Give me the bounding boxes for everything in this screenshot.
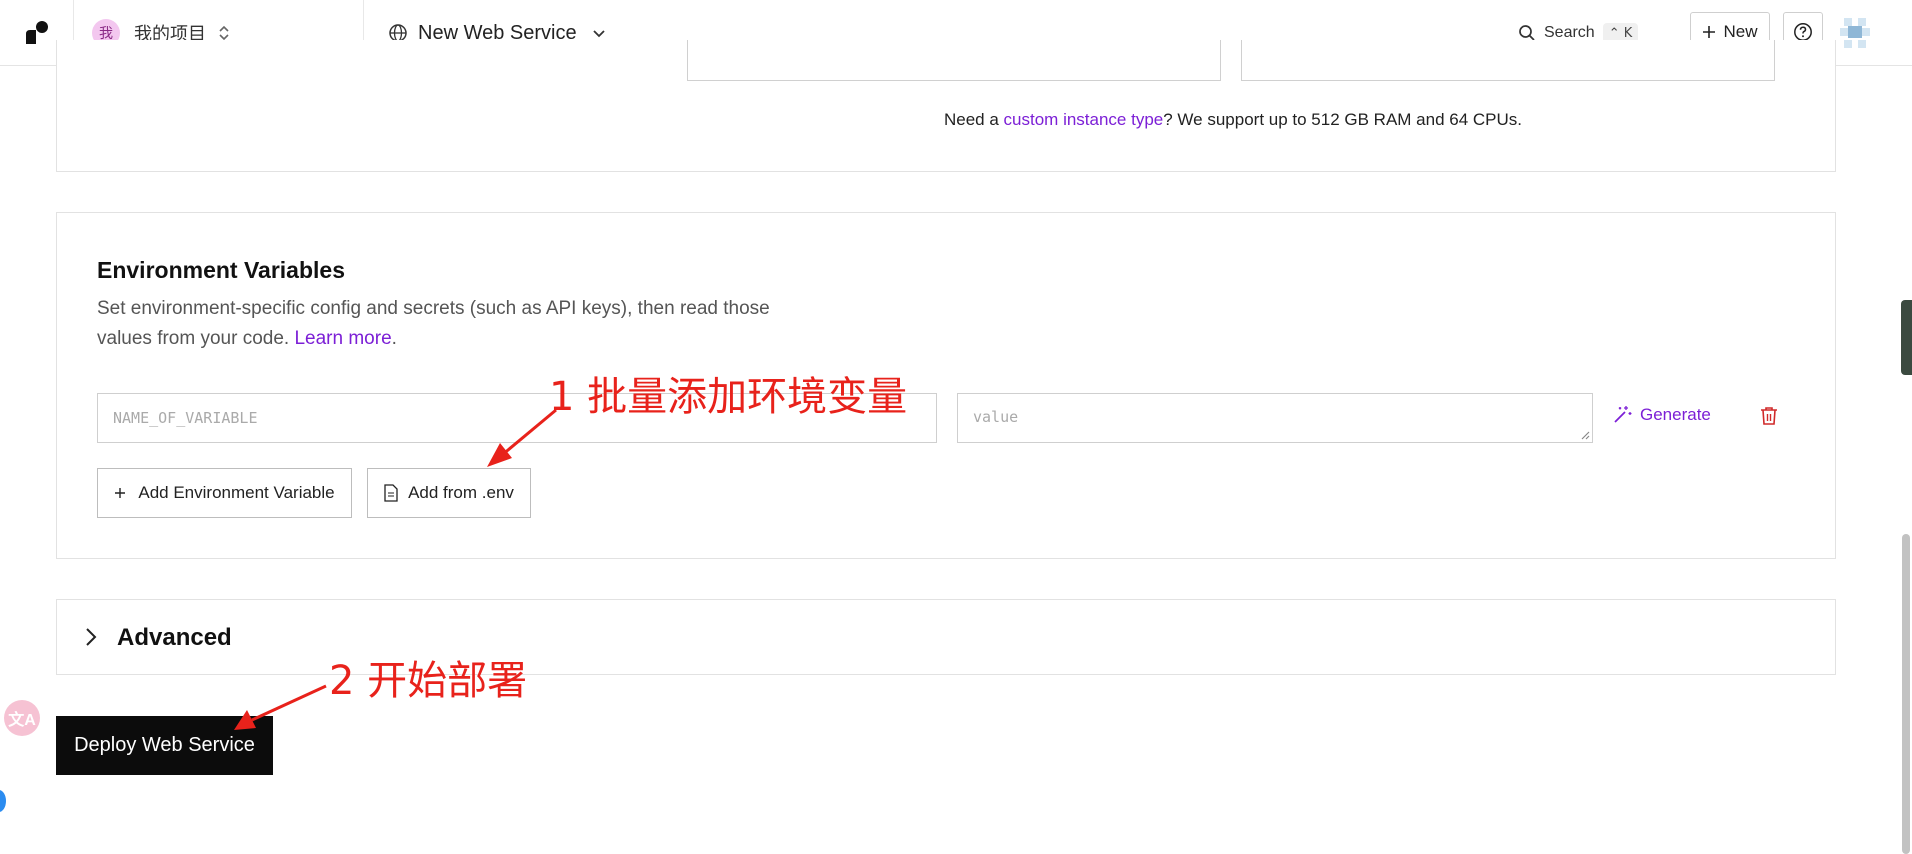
- user-avatar[interactable]: [1838, 16, 1872, 50]
- magic-wand-icon: [1614, 406, 1632, 423]
- deploy-label: Deploy Web Service: [74, 734, 255, 756]
- env-section-title: Environment Variables: [97, 257, 345, 283]
- advanced-title[interactable]: Advanced: [117, 624, 232, 652]
- env-value-placeholder: value: [973, 408, 1019, 426]
- learn-more-link[interactable]: Learn more: [294, 328, 391, 349]
- deploy-web-service-button[interactable]: Deploy Web Service: [56, 716, 273, 775]
- env-description-text: Set environment-specific config and secr…: [97, 298, 770, 349]
- new-button-label: New: [1723, 22, 1758, 41]
- annotation-step-1: 1 批量添加环境变量: [549, 374, 908, 420]
- advanced-card[interactable]: [56, 599, 1836, 675]
- help-icon: [1794, 23, 1812, 41]
- add-from-env-button[interactable]: Add from .env: [367, 468, 531, 518]
- file-icon: [384, 484, 398, 502]
- side-panel-handle[interactable]: [1901, 300, 1912, 375]
- note-suffix: ? We support up to 512 GB RAM and 64 CPU…: [1163, 110, 1523, 129]
- add-env-label: Add Environment Variable: [138, 483, 335, 502]
- custom-instance-note: Need a custom instance type? We support …: [944, 110, 1522, 130]
- resize-handle-icon[interactable]: [1580, 430, 1590, 440]
- add-from-env-label: Add from .env: [408, 483, 514, 502]
- generate-button[interactable]: Generate: [1612, 405, 1711, 425]
- trash-icon[interactable]: [1760, 406, 1778, 426]
- scrollbar-thumb[interactable]: [1902, 534, 1910, 854]
- generate-label: Generate: [1640, 405, 1711, 424]
- instance-field-left[interactable]: [687, 40, 1221, 81]
- annotation-step-2: 2 开始部署: [329, 658, 528, 704]
- plus-icon: [1703, 26, 1716, 38]
- render-logo-icon: [25, 21, 48, 44]
- add-environment-variable-button[interactable]: Add Environment Variable: [97, 468, 352, 518]
- custom-instance-link[interactable]: custom instance type: [1004, 110, 1164, 129]
- env-value-input[interactable]: value: [957, 393, 1593, 443]
- chevron-down-icon: [592, 30, 605, 38]
- translate-icon: 文A: [8, 712, 36, 729]
- plus-icon: [115, 488, 126, 498]
- env-name-placeholder: NAME_OF_VARIABLE: [113, 409, 258, 427]
- instance-field-right[interactable]: [1241, 40, 1775, 81]
- env-description-period: .: [391, 328, 397, 349]
- chevron-right-icon[interactable]: [84, 627, 98, 647]
- note-prefix: Need a: [944, 110, 1004, 129]
- env-section-description: Set environment-specific config and secr…: [97, 294, 817, 354]
- side-floating-dot[interactable]: [0, 790, 6, 812]
- translate-widget[interactable]: 文A: [4, 700, 40, 736]
